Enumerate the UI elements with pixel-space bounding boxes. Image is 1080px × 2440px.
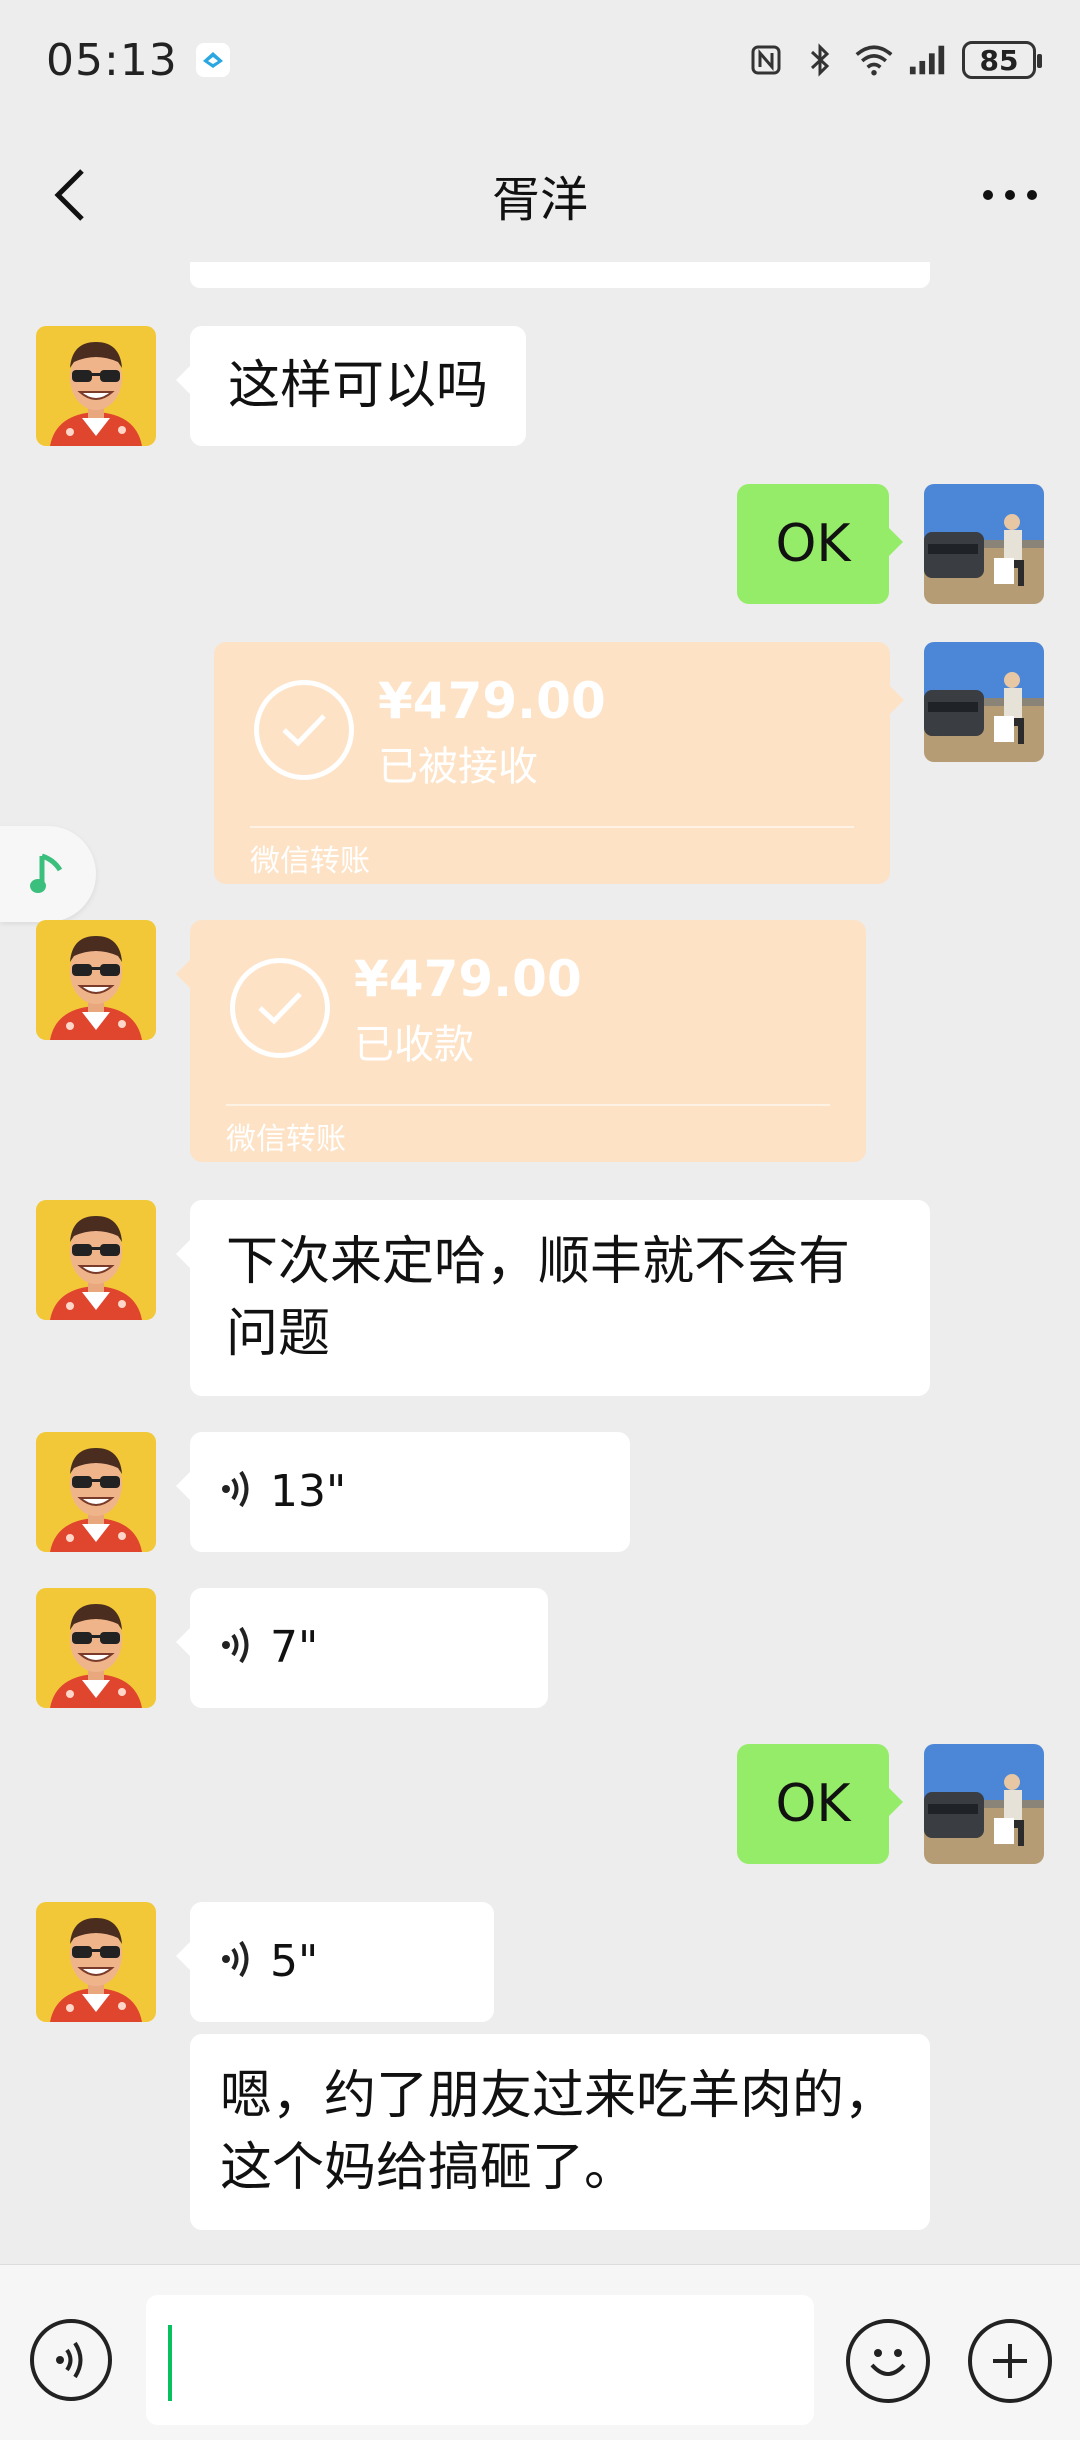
avatar[interactable]	[924, 642, 1044, 762]
message-text: OK	[775, 1774, 851, 1834]
message-bubble[interactable]: 嗯，约了朋友过来吃羊肉的， 这个妈给搞砸了。	[190, 2034, 930, 2230]
status-bar: 05:13 85	[0, 0, 1080, 120]
message-input[interactable]	[146, 2295, 814, 2425]
transfer-status: 已被接收	[378, 744, 538, 790]
wifi-icon	[854, 40, 894, 80]
voice-message-bubble[interactable]: 13"	[176, 1432, 630, 1552]
avatar[interactable]	[924, 484, 1044, 604]
avatar[interactable]	[36, 326, 156, 446]
avatar[interactable]	[36, 1432, 156, 1552]
text-cursor	[168, 2325, 172, 2401]
more-dots-icon[interactable]	[970, 160, 1050, 230]
voice-message-bubble[interactable]: 5"	[176, 1902, 494, 2022]
nfc-icon	[746, 40, 786, 80]
avatar[interactable]	[924, 1744, 1044, 1864]
voice-duration: 13"	[270, 1466, 347, 1517]
emoji-icon[interactable]	[846, 2319, 930, 2403]
music-float-button[interactable]	[0, 826, 96, 922]
transfer-amount: ¥479.00	[378, 672, 606, 730]
message-bubble[interactable]: 下次来定哈，顺丰就不会有 问题	[176, 1200, 930, 1396]
message-text-line: 嗯，约了朋友过来吃羊肉的，	[220, 2066, 897, 2126]
transfer-amount: ¥479.00	[354, 950, 582, 1008]
signal-icon	[908, 40, 948, 80]
chat-title: 胥洋	[491, 172, 588, 228]
message-text-line: 问题	[226, 1304, 331, 1364]
voice-mode-icon[interactable]	[30, 2319, 112, 2401]
transfer-card[interactable]: ¥479.00 已被接收 微信转账	[214, 642, 904, 884]
message-bubble[interactable]: OK	[737, 484, 903, 604]
message-text-line: 下次来定哈，顺丰就不会有	[226, 1232, 851, 1292]
voice-wave-icon	[220, 1926, 254, 1998]
message-text: 这样可以吗	[228, 356, 489, 416]
transfer-status: 已收款	[354, 1022, 474, 1068]
message-text-line: 这个妈给搞砸了。	[220, 2138, 637, 2198]
voice-duration: 7"	[270, 1622, 319, 1673]
voice-wave-icon	[220, 1612, 254, 1684]
plus-icon[interactable]	[968, 2319, 1052, 2403]
battery-level: 85	[979, 43, 1019, 77]
battery-icon: 85	[962, 41, 1042, 79]
divider	[226, 1104, 830, 1106]
voice-duration: 5"	[270, 1936, 319, 1987]
transfer-footer: 微信转账	[250, 844, 370, 879]
divider	[250, 826, 854, 828]
transfer-card[interactable]: ¥479.00 已收款 微信转账	[176, 920, 866, 1162]
message-bubble-partial[interactable]	[190, 262, 930, 288]
check-icon	[254, 680, 354, 780]
message-text: OK	[775, 514, 851, 574]
avatar[interactable]	[36, 920, 156, 1040]
avatar[interactable]	[36, 1588, 156, 1708]
voice-wave-icon	[220, 1456, 254, 1528]
input-bar	[0, 2264, 1080, 2440]
app-icon	[195, 43, 230, 77]
chevron-left-icon[interactable]	[40, 160, 100, 230]
message-bubble[interactable]: 这样可以吗	[175, 326, 527, 446]
status-time: 05:13	[46, 34, 178, 86]
avatar[interactable]	[36, 1902, 156, 2022]
message-bubble[interactable]: OK	[737, 1744, 903, 1864]
voice-message-bubble[interactable]: 7"	[176, 1588, 548, 1708]
avatar[interactable]	[36, 1200, 156, 1320]
check-icon	[230, 958, 330, 1058]
chat-header: 胥洋	[0, 120, 1080, 270]
bluetooth-icon	[800, 40, 840, 80]
transfer-footer: 微信转账	[226, 1122, 346, 1157]
